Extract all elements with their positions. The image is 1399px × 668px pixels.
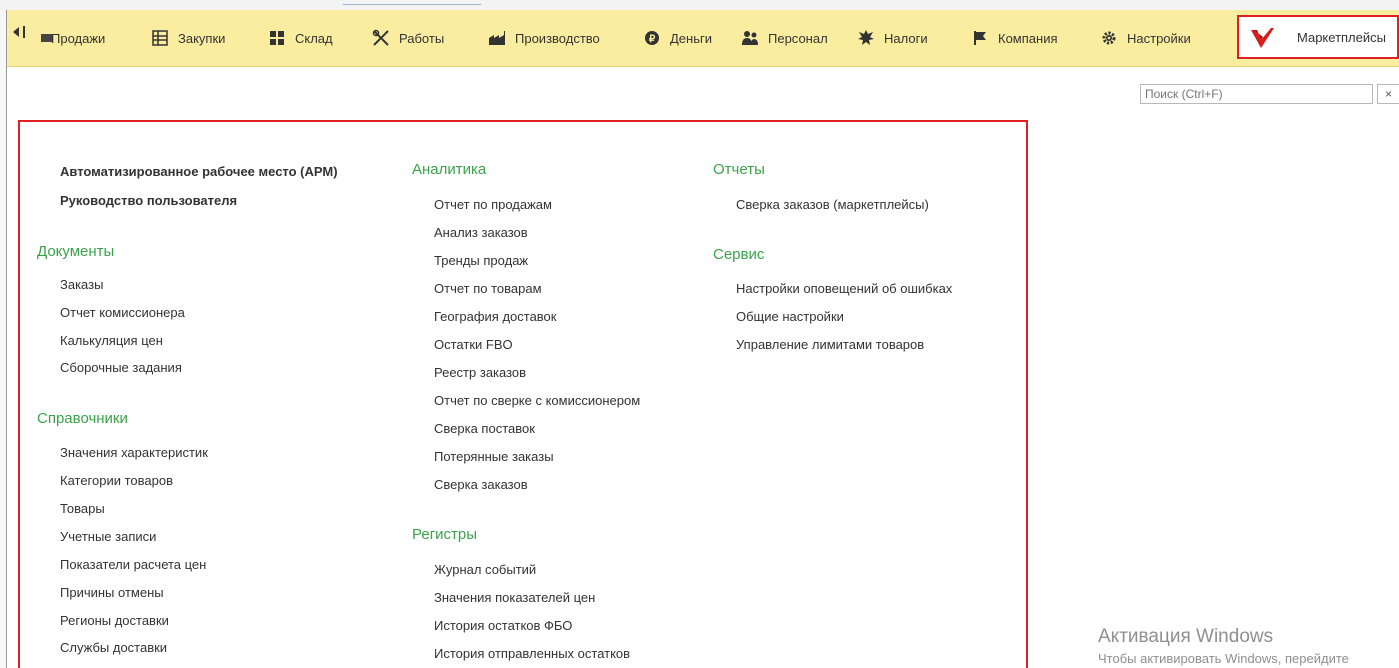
link-analytics[interactable]: Сверка поставок [434, 421, 535, 436]
nav-item-production[interactable]: Производство [488, 10, 600, 66]
link-analytics[interactable]: Реестр заказов [434, 365, 526, 380]
group-title-service: Сервис [713, 246, 765, 263]
nav-item-label: Компания [998, 30, 1058, 46]
link-references[interactable]: Учетные записи [60, 529, 156, 544]
app-window: Продажи Закупки Склад Работы Производств… [0, 0, 1399, 668]
link-analytics[interactable]: Остатки FBO [434, 337, 513, 352]
link-service[interactable]: Управление лимитами товаров [736, 337, 924, 352]
link-registers[interactable]: Журнал событий [434, 562, 536, 577]
nav-item-works[interactable]: Работы [372, 10, 444, 66]
link-analytics[interactable]: Анализ заказов [434, 225, 528, 240]
nav-item-marketplaces[interactable]: Маркетплейсы [1237, 15, 1399, 59]
flag-icon [971, 29, 989, 47]
left-frame [0, 10, 7, 668]
watermark-subtitle: Чтобы активировать Windows, перейдите [1098, 651, 1349, 666]
group-title-analytics: Аналитика [412, 161, 487, 178]
link-analytics[interactable]: География доставок [434, 309, 556, 324]
taxes-icon [857, 29, 875, 47]
nav-item-sales[interactable]: Продажи [38, 10, 105, 66]
nav-item-label: Персонал [768, 30, 828, 46]
link-registers[interactable]: История отправленных остатков [434, 646, 630, 661]
svg-text:₽: ₽ [649, 34, 656, 45]
link-documents[interactable]: Заказы [60, 277, 103, 292]
nav-item-purchases[interactable]: Закупки [151, 10, 225, 66]
link-documents[interactable]: Калькуляция цен [60, 333, 163, 348]
link-service[interactable]: Настройки оповещений об ошибках [736, 281, 952, 296]
nav-item-staff[interactable]: Персонал [741, 10, 828, 66]
link-analytics[interactable]: Потерянные заказы [434, 449, 554, 464]
gear-icon [1100, 29, 1118, 47]
link-references[interactable]: Категории товаров [60, 473, 173, 488]
purchases-icon [151, 29, 169, 47]
link-user-guide[interactable]: Руководство пользователя [60, 193, 237, 208]
link-references[interactable]: Значения характеристик [60, 445, 208, 460]
window-tab-strip [0, 0, 1399, 10]
link-analytics[interactable]: Отчет по сверке с комиссионером [434, 393, 640, 408]
money-icon: ₽ [643, 29, 661, 47]
search-clear-button[interactable]: × [1377, 84, 1399, 104]
production-icon [488, 29, 506, 47]
marketplace-logo-icon [1249, 24, 1275, 50]
nav-item-label: Настройки [1127, 30, 1191, 46]
watermark-title: Активация Windows [1098, 626, 1274, 647]
collapse-bar-icon [23, 26, 25, 38]
nav-item-label: Налоги [884, 30, 928, 46]
group-title-reports: Отчеты [713, 161, 765, 178]
link-documents[interactable]: Отчет комиссионера [60, 305, 185, 320]
nav-item-warehouse[interactable]: Склад [268, 10, 333, 66]
tab-indicator [343, 0, 481, 5]
nav-item-label: Склад [295, 30, 333, 46]
link-analytics[interactable]: Тренды продаж [434, 253, 528, 268]
collapse-arrow-icon[interactable] [13, 27, 19, 37]
nav-item-label: Продажи [51, 30, 106, 46]
windows-activation-watermark: Активация Windows Чтобы активировать Win… [1098, 626, 1349, 666]
link-references[interactable]: Службы доставки [60, 640, 167, 655]
nav-item-settings[interactable]: Настройки [1100, 10, 1191, 66]
group-title-registers: Регистры [412, 526, 478, 543]
link-documents[interactable]: Сборочные задания [60, 360, 182, 375]
link-arm[interactable]: Автоматизированное рабочее место (АРМ) [60, 164, 338, 179]
nav-item-company[interactable]: Компания [971, 10, 1058, 66]
nav-item-label: Производство [515, 30, 600, 46]
nav-item-label: Деньги [670, 30, 712, 46]
link-service[interactable]: Общие настройки [736, 309, 844, 324]
link-references[interactable]: Причины отмены [60, 585, 164, 600]
nav-item-label: Закупки [178, 30, 226, 46]
nav-item-money[interactable]: ₽ Деньги [643, 10, 712, 66]
link-analytics[interactable]: Отчет по товарам [434, 281, 542, 296]
link-reports[interactable]: Сверка заказов (маркетплейсы) [736, 197, 929, 212]
nav-item-label: Маркетплейсы [1297, 29, 1386, 45]
tools-icon [372, 29, 390, 47]
staff-icon [741, 29, 759, 47]
link-references[interactable]: Регионы доставки [60, 613, 169, 628]
link-registers[interactable]: Значения показателей цен [434, 590, 595, 605]
search-input[interactable] [1140, 84, 1373, 104]
link-references[interactable]: Показатели расчета цен [60, 557, 206, 572]
link-registers[interactable]: История остатков ФБО [434, 618, 572, 633]
link-analytics[interactable]: Отчет по продажам [434, 197, 552, 212]
group-title-documents: Документы [37, 243, 115, 260]
link-references[interactable]: Товары [60, 501, 105, 516]
nav-item-taxes[interactable]: Налоги [857, 10, 928, 66]
warehouse-icon [268, 29, 286, 47]
group-title-references: Справочники [37, 410, 128, 427]
link-analytics[interactable]: Сверка заказов [434, 477, 528, 492]
nav-item-label: Работы [399, 30, 445, 46]
